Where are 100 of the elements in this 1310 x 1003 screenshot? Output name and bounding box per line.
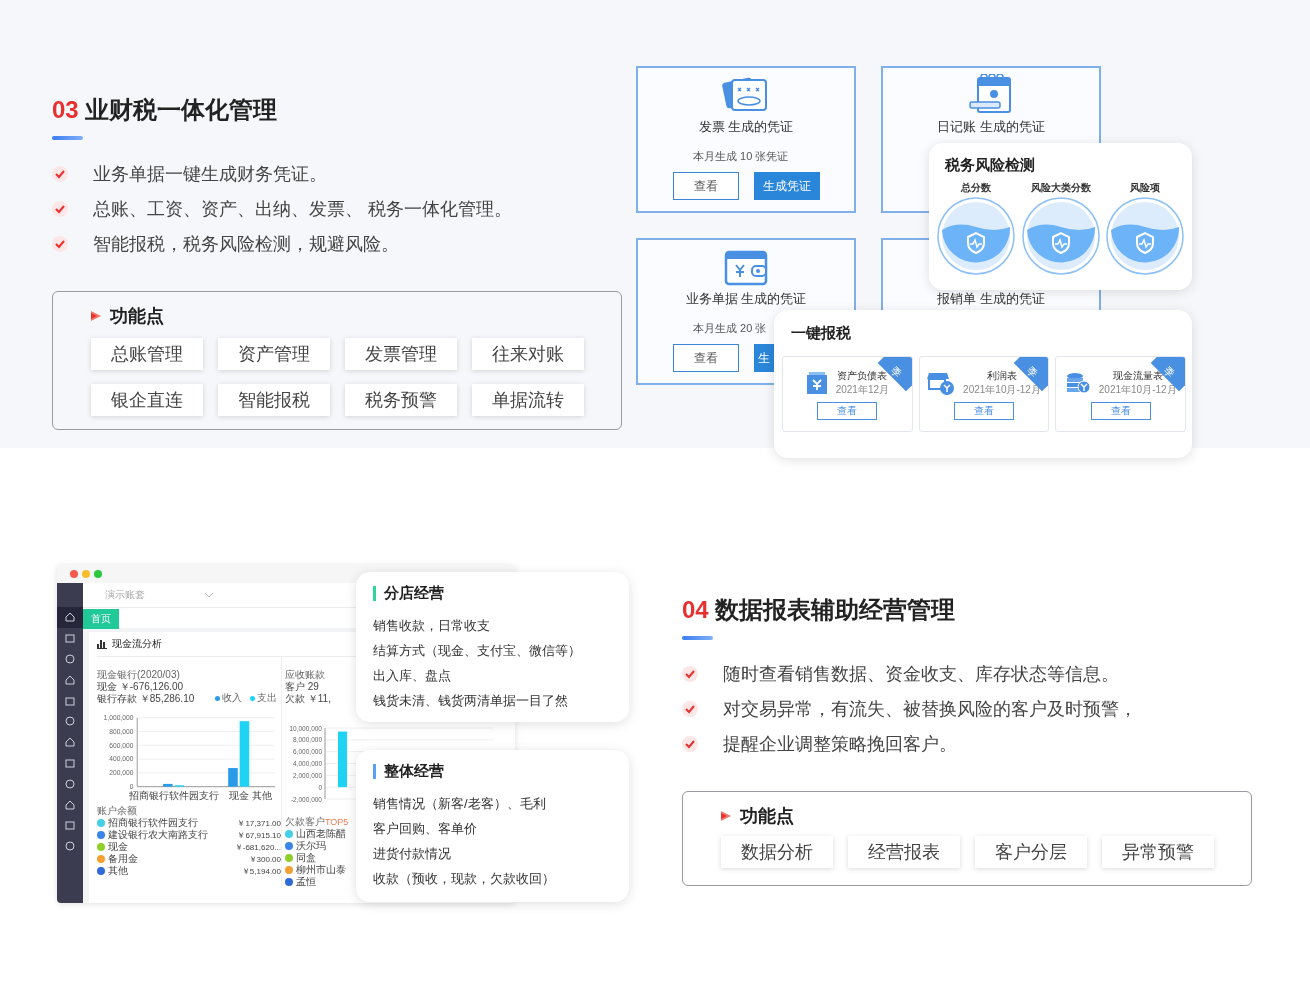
section-label: 应收账款 <box>285 669 325 681</box>
view-button[interactable]: 查看 <box>817 402 878 420</box>
square-icon <box>65 757 75 768</box>
legend-item: 收入 <box>215 691 242 705</box>
view-button[interactable]: 查看 <box>672 172 739 200</box>
check-icon <box>52 235 68 252</box>
cash-row-text: 现金 ￥-676,126.00 <box>97 681 185 693</box>
feature-chip[interactable]: 客户分层 <box>975 836 1087 868</box>
voucher-count: 本月生成 10 张凭证 <box>693 150 789 162</box>
feature-chip[interactable]: 资产管理 <box>218 338 330 370</box>
feature-chip[interactable]: 异常预警 <box>1102 836 1214 868</box>
feature-chip[interactable]: 数据分析 <box>721 836 833 868</box>
calendar-icon <box>968 74 1014 114</box>
circle-icon <box>65 841 75 852</box>
generate-button[interactable]: 生 <box>753 344 774 372</box>
section-label: 欠款客户TOP5 <box>285 816 349 828</box>
point-text: 总账、工资、资产、出纳、发票、 税务一体化管理。 <box>93 197 512 221</box>
play-icon <box>91 311 101 321</box>
card-line: 销售情况（新客/老客）、毛利 <box>373 795 547 813</box>
cash-row: 银行存款 ￥85,286.10 <box>97 693 195 705</box>
feature-chip[interactable]: 往来对账 <box>472 338 584 370</box>
ledger-icon <box>805 371 828 395</box>
account-amount: ￥300.00 <box>248 853 281 865</box>
card-line: 结算方式（现金、支付宝、微信等） <box>373 642 582 660</box>
point-text: 业务单据一键生成财务凭证。 <box>93 162 327 186</box>
card-line: 客户回购、客单价 <box>373 820 478 838</box>
legend-item: 支出 <box>250 691 277 705</box>
circle-icon <box>65 654 75 664</box>
customer-name: 山西老陈醋 <box>296 827 346 841</box>
features-title: 功能点 <box>110 305 164 328</box>
circle-icon <box>65 716 75 727</box>
gauge-label: 风险大类分数 <box>1030 181 1091 195</box>
card-title: 日记账 生成的凭证 <box>937 119 1045 135</box>
square-icon <box>65 695 75 706</box>
ticket-icon <box>722 76 770 114</box>
point-text: 智能报税，税务风险检测，规避风险。 <box>93 232 399 256</box>
account-amount: ￥5,194.00 <box>241 865 281 877</box>
card-title: 整体经营 <box>384 762 444 781</box>
section-title: 04 数据报表辅助经营管理 <box>682 595 957 625</box>
maximize-icon[interactable] <box>94 570 102 578</box>
house-icon <box>65 674 75 685</box>
chart-bar <box>338 731 347 788</box>
customer-name: 同盒 <box>296 851 316 864</box>
house-icon <box>65 737 75 748</box>
house-icon <box>65 799 75 810</box>
card-title: 分店经营 <box>384 584 444 603</box>
axis-label: 招商银行软件园支行 <box>128 790 219 802</box>
axis-label: 其他 <box>251 790 272 802</box>
account-name: 建设银行农大南路支行 <box>108 828 209 842</box>
card-title: 业务单据 生成的凭证 <box>685 291 807 307</box>
customer-name: 柳州市山泰 <box>296 863 346 877</box>
customer-name: 孟恒 <box>296 875 316 889</box>
feature-chip[interactable]: 智能报税 <box>218 384 330 416</box>
section-title: 03 业财税一体化管理 <box>52 95 279 125</box>
feature-chip[interactable]: 发票管理 <box>345 338 457 370</box>
feature-chip[interactable]: 经营报表 <box>848 836 960 868</box>
account-name: 其他 <box>108 864 129 878</box>
check-icon <box>52 200 68 217</box>
gauge-label: 总分数 <box>961 181 991 195</box>
view-button[interactable]: 查看 <box>954 402 1014 420</box>
circle-icon <box>65 778 75 789</box>
square-icon <box>65 633 75 644</box>
section-label: 账户余额 <box>97 805 138 817</box>
feature-chip[interactable]: 总账管理 <box>91 338 203 370</box>
card-line: 钱货未清、钱货两清单据一目了然 <box>373 692 569 710</box>
shop-icon <box>927 371 956 395</box>
close-icon[interactable] <box>70 570 78 578</box>
card-title: 发票 生成的凭证 <box>698 119 794 135</box>
feature-chip[interactable]: 单据流转 <box>472 384 584 416</box>
feature-chip[interactable]: 税务预警 <box>345 384 457 416</box>
bar-chart-icon <box>97 639 107 649</box>
view-button[interactable]: 查看 <box>672 344 739 372</box>
feature-chip[interactable]: 银企直连 <box>91 384 203 416</box>
card-line: 销售收款，日常收支 <box>373 617 491 635</box>
account-amount: ￥67,915.10 <box>237 829 281 841</box>
sidebar-item[interactable] <box>57 607 83 628</box>
receivable-row: 欠款 ￥11, <box>285 693 331 705</box>
check-icon <box>52 165 68 182</box>
generate-button[interactable]: 生成凭证 <box>753 172 820 200</box>
check-icon <box>682 700 698 717</box>
coins-icon <box>1064 371 1091 395</box>
account-name: 招商银行软件园支行 <box>108 816 199 829</box>
gauge-label: 风险项 <box>1130 181 1160 195</box>
account-amount: ￥17,371.00 <box>237 817 281 829</box>
card-line: 出入库、盘点 <box>373 667 452 685</box>
voucher-count: 本月生成 20 张 <box>693 322 767 334</box>
account-amount: ￥-681,620... <box>234 841 281 853</box>
point-text: 随时查看销售数据、资金收支、库存状态等信息。 <box>723 662 1119 686</box>
card-title: 报销单 生成的凭证 <box>937 291 1045 307</box>
card-line: 收款（预收，现款，欠款收回） <box>373 870 556 888</box>
view-button[interactable]: 查看 <box>1090 402 1151 420</box>
caret-icon <box>205 592 213 598</box>
panel-title: 一键报税 <box>791 324 852 343</box>
check-icon <box>682 665 698 682</box>
house-icon <box>65 612 75 623</box>
section-label: 现金银行(2020/03) <box>97 669 181 681</box>
panel-title: 税务风险检测 <box>945 156 1036 175</box>
account-name: 现金 <box>108 840 129 854</box>
account-name: 备用金 <box>108 852 139 865</box>
customer-name: 沃尔玛 <box>296 839 326 853</box>
